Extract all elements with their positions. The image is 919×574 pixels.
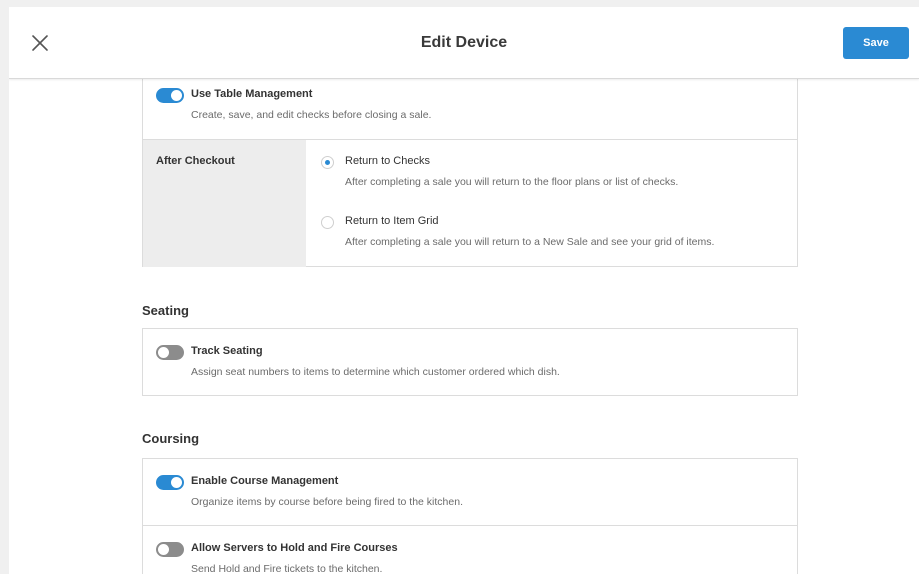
coursing-section-title: Coursing	[142, 431, 200, 446]
toggle-knob	[171, 90, 182, 101]
modal-header: Edit Device Save	[9, 7, 919, 79]
return-to-checks-radio[interactable]	[321, 156, 334, 169]
toggle-knob	[158, 347, 169, 358]
toggle-knob	[158, 544, 169, 555]
track-seating-label: Track Seating	[191, 345, 263, 357]
hold-and-fire-row: Allow Servers to Hold and Fire Courses S…	[143, 525, 797, 574]
hold-and-fire-description: Send Hold and Fire tickets to the kitche…	[191, 563, 383, 574]
return-to-item-grid-radio[interactable]	[321, 216, 334, 229]
seating-card: Track Seating Assign seat numbers to ite…	[142, 328, 798, 396]
settings-content: Use Table Management Create, save, and e…	[9, 7, 919, 574]
track-seating-row: Track Seating Assign seat numbers to ite…	[143, 329, 797, 395]
save-button[interactable]: Save	[843, 27, 909, 59]
toggle-knob	[171, 477, 182, 488]
use-table-management-row: Use Table Management Create, save, and e…	[143, 78, 797, 139]
track-seating-toggle[interactable]	[156, 345, 184, 360]
table-management-card: Use Table Management Create, save, and e…	[142, 77, 798, 267]
edit-device-page: Use Table Management Create, save, and e…	[9, 7, 919, 574]
after-checkout-label: After Checkout	[156, 155, 235, 167]
radio-selected-dot	[325, 160, 330, 165]
use-table-management-label: Use Table Management	[191, 88, 313, 100]
after-checkout-row: After Checkout Return to Checks After co…	[143, 139, 797, 267]
enable-course-management-description: Organize items by course before being fi…	[191, 496, 463, 508]
enable-course-management-label: Enable Course Management	[191, 475, 339, 487]
after-checkout-label-cell: After Checkout	[143, 140, 306, 267]
return-to-checks-label[interactable]: Return to Checks	[345, 155, 430, 167]
return-to-item-grid-description: After completing a sale you will return …	[345, 236, 715, 248]
return-to-item-grid-label[interactable]: Return to Item Grid	[345, 215, 439, 227]
use-table-management-description: Create, save, and edit checks before clo…	[191, 109, 432, 121]
coursing-card: Enable Course Management Organize items …	[142, 458, 798, 574]
enable-course-management-toggle[interactable]	[156, 475, 184, 490]
seating-section-title: Seating	[142, 303, 189, 318]
use-table-management-toggle[interactable]	[156, 88, 184, 103]
track-seating-description: Assign seat numbers to items to determin…	[191, 366, 560, 378]
page-title: Edit Device	[420, 34, 508, 51]
enable-course-management-row: Enable Course Management Organize items …	[143, 459, 797, 525]
hold-and-fire-toggle[interactable]	[156, 542, 184, 557]
hold-and-fire-label: Allow Servers to Hold and Fire Courses	[191, 542, 398, 554]
return-to-checks-description: After completing a sale you will return …	[345, 176, 679, 188]
